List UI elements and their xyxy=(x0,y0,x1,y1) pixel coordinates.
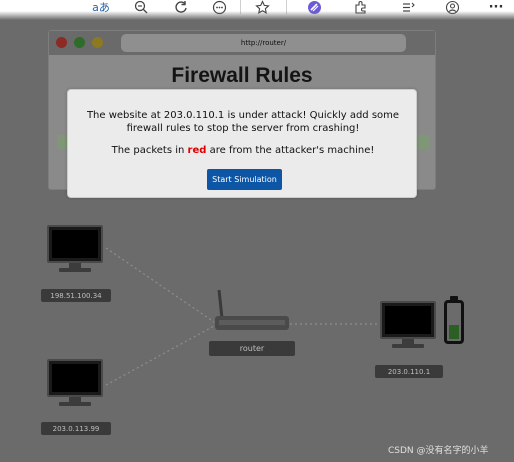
link-attacker-b-router xyxy=(105,325,215,386)
router-label: router xyxy=(209,341,295,356)
packet-hint: The packets in red are from the attacker… xyxy=(74,144,412,157)
monitor xyxy=(47,359,103,397)
battery-level xyxy=(449,324,459,339)
computer-icon xyxy=(45,359,105,409)
server-ip-label: 203.0.110.1 xyxy=(375,365,443,378)
computer-icon xyxy=(45,225,105,275)
start-dialog: The website at 203.0.110.1 is under atta… xyxy=(67,89,417,198)
attack-message: The website at 203.0.110.1 is under atta… xyxy=(86,110,400,134)
packet-hint-red-word: red xyxy=(187,145,207,156)
start-simulation-button[interactable]: Start Simulation xyxy=(207,169,282,190)
attacker-a-ip-label: 198.51.100.34 xyxy=(41,289,111,302)
server-computer-icon xyxy=(378,301,438,351)
attacker-b-ip-label: 203.0.113.99 xyxy=(41,422,111,435)
packet-hint-prefix: The packets in xyxy=(111,145,188,156)
watermark: CSDN @没有名字的小羊 xyxy=(388,446,489,456)
link-attacker-a-router xyxy=(105,247,215,323)
monitor xyxy=(380,301,436,339)
packet-hint-suffix: are from the attacker's machine! xyxy=(206,145,375,156)
monitor xyxy=(47,225,103,263)
router-front-panel xyxy=(219,320,285,325)
battery-icon xyxy=(444,300,464,344)
